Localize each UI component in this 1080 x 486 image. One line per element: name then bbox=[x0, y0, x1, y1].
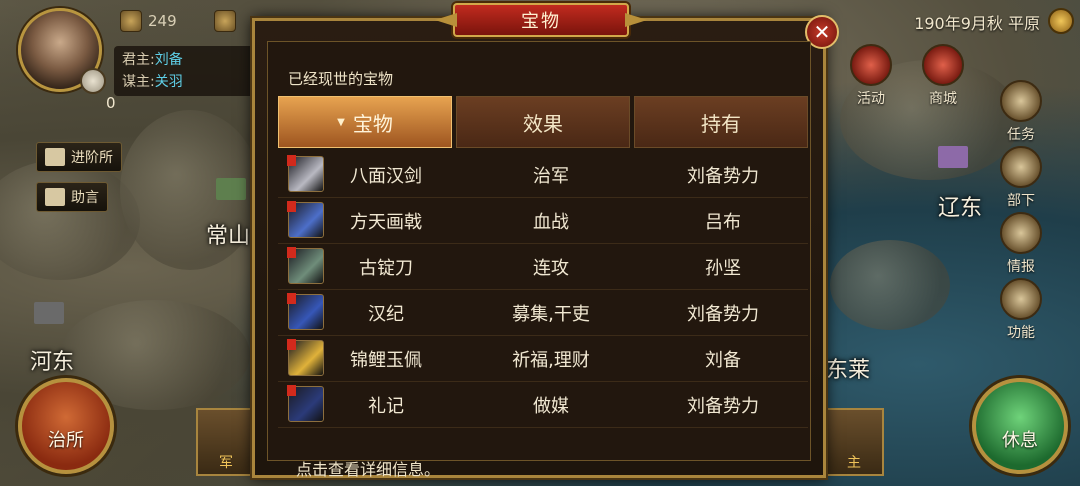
shop-button[interactable]: 商城 bbox=[916, 44, 970, 108]
letter-icon bbox=[1000, 212, 1042, 254]
treasure-effect: 血战 bbox=[533, 211, 569, 233]
gear-icon bbox=[1000, 278, 1042, 320]
intel-label: 情报 bbox=[1007, 259, 1035, 275]
intel-button[interactable]: 情报 bbox=[994, 212, 1048, 276]
functions-button[interactable]: 功能 bbox=[994, 278, 1048, 342]
treasure-row[interactable]: 锦鲤玉佩 祈福,理财 刘备 bbox=[278, 336, 808, 382]
army-card-label: 军 bbox=[219, 455, 233, 471]
treasure-thumbnail-icon bbox=[287, 339, 324, 376]
activity-button[interactable]: 活动 bbox=[844, 44, 898, 108]
treasure-owner: 刘备势力 bbox=[687, 395, 759, 417]
tab-label: 效果 bbox=[523, 111, 563, 136]
treasure-dialog: 宝物 ✕ 已经现世的宝物 ▼ 宝物 效果 持有 八面汉剑 治军 刘备势力 方天画戟 血战… bbox=[252, 3, 839, 479]
badge-count: 0 bbox=[106, 94, 116, 112]
rarity-tag-icon bbox=[287, 201, 296, 212]
flag-icon bbox=[216, 178, 246, 200]
column-tabs: ▼ 宝物 效果 持有 bbox=[278, 96, 808, 148]
treasure-owner: 刘备势力 bbox=[687, 303, 759, 325]
lord-label: 君主: bbox=[122, 52, 155, 68]
treasure-thumbnail-icon bbox=[287, 293, 324, 330]
calendar-icon[interactable] bbox=[1048, 8, 1074, 34]
shop-icon bbox=[922, 44, 964, 86]
treasure-owner: 吕布 bbox=[705, 211, 741, 233]
treasure-row[interactable]: 古锭刀 连攻 孙坚 bbox=[278, 244, 808, 290]
govern-button[interactable]: 治所 bbox=[18, 378, 114, 474]
army-card[interactable]: 军 bbox=[196, 408, 256, 476]
rarity-tag-icon bbox=[287, 385, 296, 396]
map-city-liaodong[interactable]: 辽东 bbox=[938, 190, 982, 222]
advice-label: 助言 bbox=[71, 190, 99, 206]
rarity-tag-icon bbox=[287, 293, 296, 304]
map-city-donglai[interactable]: 东莱 bbox=[826, 352, 870, 384]
tab-treasure[interactable]: ▼ 宝物 bbox=[278, 96, 452, 148]
sort-caret-icon: ▼ bbox=[337, 116, 345, 128]
lord-card-bottom[interactable]: 主 bbox=[824, 408, 884, 476]
treasure-thumbnail-icon bbox=[287, 155, 324, 192]
treasure-owner: 刘备势力 bbox=[687, 165, 759, 187]
treasure-row[interactable]: 八面汉剑 治军 刘备势力 bbox=[278, 152, 808, 198]
advice-button[interactable]: 助言 bbox=[36, 182, 108, 212]
tasks-label: 任务 bbox=[1007, 127, 1035, 143]
govern-label: 治所 bbox=[48, 430, 84, 451]
treasure-thumbnail-icon bbox=[287, 385, 324, 422]
tab-owner[interactable]: 持有 bbox=[634, 96, 808, 148]
mountain-terrain bbox=[0, 160, 140, 280]
rarity-tag-icon bbox=[287, 247, 296, 258]
lord-info: 君主:刘备 谋主:关羽 bbox=[114, 46, 254, 96]
badge-icon bbox=[80, 68, 106, 94]
footer-hint: 点击查看详细信息。 bbox=[296, 460, 441, 479]
shop-label: 商城 bbox=[929, 91, 957, 107]
treasure-effect: 治军 bbox=[533, 165, 569, 187]
subordinates-button[interactable]: 部下 bbox=[994, 146, 1048, 210]
treasure-owner: 孙坚 bbox=[705, 257, 741, 279]
activity-label: 活动 bbox=[857, 91, 885, 107]
flag-icon bbox=[938, 146, 968, 168]
tab-label: 持有 bbox=[701, 111, 741, 136]
dialog-title: 宝物 bbox=[453, 3, 629, 37]
tasks-button[interactable]: 任务 bbox=[994, 80, 1048, 144]
rest-label: 休息 bbox=[1002, 430, 1038, 451]
advisor-label: 谋主: bbox=[122, 74, 155, 90]
treasure-list: 八面汉剑 治军 刘备势力 方天画戟 血战 吕布 古锭刀 连攻 孙坚 汉纪 募集,干吏 刘备势力 锦鲤玉佩… bbox=[278, 152, 808, 428]
promotion-label: 进阶所 bbox=[71, 150, 113, 166]
activity-icon bbox=[850, 44, 892, 86]
mountain-terrain bbox=[830, 240, 950, 330]
hall-icon bbox=[45, 148, 65, 166]
scroll-icon bbox=[1000, 80, 1042, 122]
treasure-thumbnail-icon bbox=[287, 247, 324, 284]
book-icon bbox=[45, 188, 65, 206]
treasure-effect: 募集,干吏 bbox=[512, 303, 590, 325]
lord-card-bottom-label: 主 bbox=[847, 455, 861, 471]
functions-label: 功能 bbox=[1007, 325, 1035, 341]
date-location: 190年9月秋 平原 bbox=[914, 14, 1040, 33]
treasure-effect: 祈福,理财 bbox=[512, 349, 590, 371]
rest-button[interactable]: 休息 bbox=[972, 378, 1068, 474]
promotion-button[interactable]: 进阶所 bbox=[36, 142, 122, 172]
helmet-icon bbox=[1000, 146, 1042, 188]
flag-icon bbox=[34, 302, 64, 324]
tab-effect[interactable]: 效果 bbox=[456, 96, 630, 148]
dialog-title-text: 宝物 bbox=[521, 11, 561, 32]
dialog-body: 已经现世的宝物 ▼ 宝物 效果 持有 八面汉剑 治军 刘备势力 方天画戟 血战 吕布 古锭刀… bbox=[267, 41, 811, 479]
treasure-row[interactable]: 方天画戟 血战 吕布 bbox=[278, 198, 808, 244]
map-city-hedong[interactable]: 河东 bbox=[30, 344, 74, 376]
rarity-tag-icon bbox=[287, 339, 296, 350]
treasure-row[interactable]: 礼记 做媒 刘备势力 bbox=[278, 382, 808, 428]
treasure-row[interactable]: 汉纪 募集,干吏 刘备势力 bbox=[278, 290, 808, 336]
treasure-owner: 刘备 bbox=[705, 349, 741, 371]
lord-name: 刘备 bbox=[154, 52, 183, 68]
treasure-effect: 连攻 bbox=[533, 257, 569, 279]
treasure-effect: 做媒 bbox=[533, 395, 569, 417]
treasure-thumbnail-icon bbox=[287, 201, 324, 238]
advisor-name: 关羽 bbox=[154, 74, 183, 90]
map-city-changshan[interactable]: 常山 bbox=[206, 218, 250, 250]
dialog-subtitle: 已经现世的宝物 bbox=[288, 70, 394, 88]
rarity-tag-icon bbox=[287, 155, 296, 166]
subordinates-label: 部下 bbox=[1007, 193, 1035, 209]
tab-label: 宝物 bbox=[352, 111, 393, 136]
